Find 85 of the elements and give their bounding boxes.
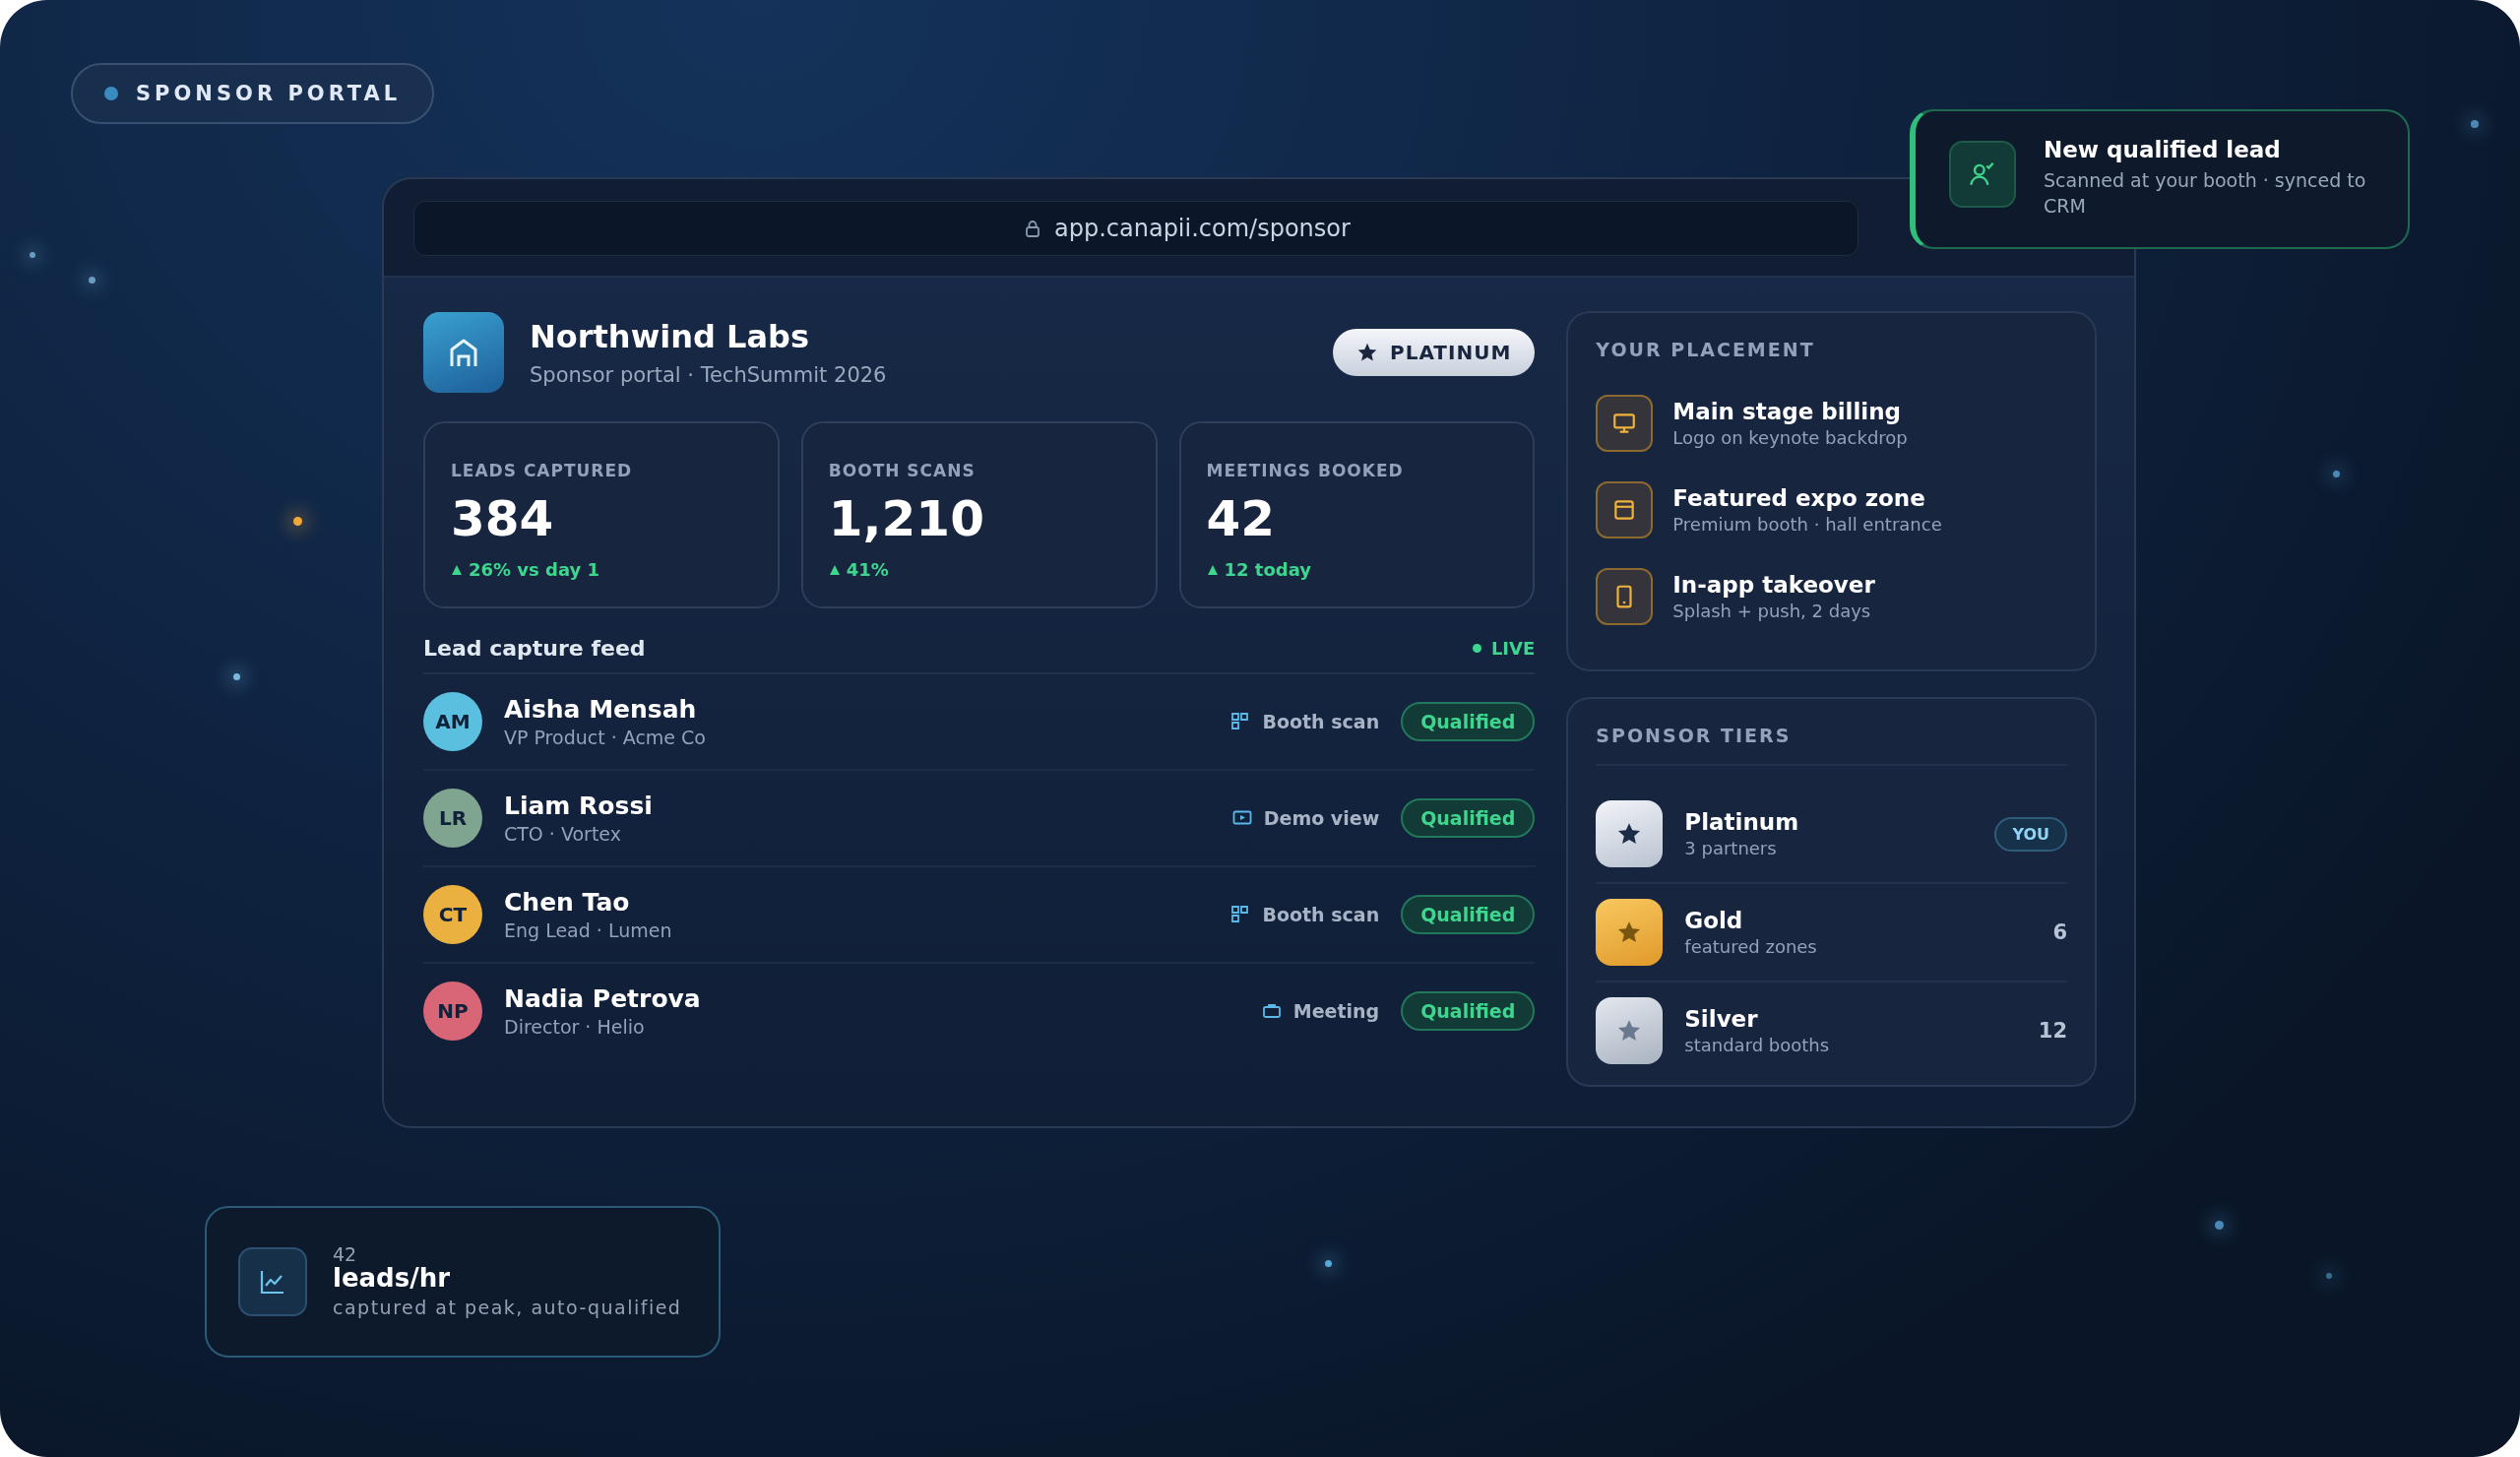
glow-dot	[233, 673, 240, 680]
glow-dot	[2333, 471, 2340, 477]
live-dot-icon	[1472, 644, 1481, 653]
lead-source: Demo view	[1263, 807, 1380, 829]
placement-detail: Splash + push, 2 days	[1672, 601, 1872, 621]
glow-dot	[1325, 1260, 1332, 1267]
lead-row[interactable]: AM Aisha Mensah VP Product · Acme Co Booth scan Qualified	[423, 674, 1536, 771]
star-icon	[1616, 919, 1643, 945]
lead-source: Meeting	[1292, 1000, 1380, 1022]
tier-label: PLATINUM	[1390, 341, 1512, 364]
lead-row[interactable]: NP Nadia Petrova Director · Helio Meeting Qualified	[423, 964, 1536, 1058]
address-bar[interactable]: app.canapii.com/sponsor	[413, 201, 1858, 256]
tier-name: Gold	[1684, 908, 1744, 933]
card-title: YOUR PLACEMENT	[1596, 339, 1816, 360]
feed-title: Lead capture feed	[423, 636, 646, 661]
rate-value: 42	[333, 1245, 358, 1265]
rate-caption: captured at peak, auto-qualified	[333, 1296, 682, 1318]
tier-detail: featured zones	[1684, 936, 1818, 957]
avatar: AM	[423, 692, 482, 751]
lead-role: Director · Helio	[504, 1016, 646, 1038]
lead-role: CTO · Vortex	[504, 823, 622, 845]
lead-role: Eng Lead · Lumen	[504, 919, 673, 941]
up-triangle-icon	[1206, 563, 1219, 576]
status-tag: Qualified	[1401, 895, 1536, 934]
glow-dot	[30, 252, 35, 258]
placement-title: In-app takeover	[1672, 572, 1875, 598]
up-triangle-icon	[828, 563, 841, 576]
stat-delta: 26% vs day 1	[469, 559, 600, 580]
tier-name: Platinum	[1684, 809, 1800, 835]
up-triangle-icon	[451, 563, 463, 576]
status-tag: Qualified	[1401, 991, 1536, 1031]
lead-row[interactable]: LR Liam Rossi CTO · Vortex Demo view Qualified	[423, 771, 1536, 867]
lead-source: Booth scan	[1262, 711, 1380, 732]
grid-icon	[1230, 712, 1251, 731]
placement-detail: Premium booth · hall entrance	[1672, 514, 1942, 535]
glow-dot	[89, 277, 95, 284]
stat-delta: 12 today	[1224, 559, 1312, 580]
tier-detail: 3 partners	[1684, 838, 1778, 858]
placement-title: Main stage billing	[1672, 399, 1903, 424]
glow-dot	[2471, 120, 2479, 128]
glow-dot	[2326, 1273, 2332, 1279]
current-tier-tag: YOU	[1994, 816, 2067, 852]
live-label: LIVE	[1490, 638, 1536, 659]
grid-icon	[1230, 905, 1251, 924]
lock-icon	[1025, 220, 1040, 237]
lead-name: Chen Tao	[504, 888, 631, 917]
stat-delta: 41%	[846, 559, 889, 580]
lead-role: VP Product · Acme Co	[504, 727, 707, 748]
status-tag: Qualified	[1401, 798, 1536, 838]
stat-value: 42	[1206, 490, 1277, 547]
monitor-icon	[1611, 411, 1638, 436]
avatar: NP	[423, 982, 482, 1041]
tier-count: 6	[2052, 920, 2067, 944]
notification-title: New qualified lead	[2044, 137, 2282, 162]
rate-unit: leads/hr	[333, 1264, 451, 1293]
stat-value: 1,210	[828, 490, 985, 547]
briefcase-icon	[1261, 1001, 1282, 1021]
lead-row[interactable]: CT Chen Tao Eng Lead · Lumen Booth scan Qualified	[423, 867, 1536, 964]
tier-name: Silver	[1684, 1006, 1759, 1032]
card-title: SPONSOR TIERS	[1596, 725, 2067, 766]
star-icon	[1616, 1018, 1643, 1044]
placement-detail: Logo on keynote backdrop	[1672, 427, 1908, 448]
status-tag: Qualified	[1401, 702, 1536, 741]
placement-title: Featured expo zone	[1672, 485, 1926, 511]
status-dot-icon	[104, 87, 118, 100]
stat-label: BOOTH SCANS	[828, 461, 976, 480]
portal-label: SPONSOR PORTAL	[136, 82, 402, 105]
tier-count: 12	[2038, 1019, 2067, 1043]
lead-name: Nadia Petrova	[504, 984, 702, 1013]
company-subtitle: Sponsor portal · TechSummit 2026	[530, 363, 888, 387]
star-icon	[1356, 342, 1378, 363]
stat-value: 384	[451, 490, 555, 547]
star-icon	[1616, 821, 1643, 847]
stat-label: MEETINGS BOOKED	[1206, 461, 1405, 480]
lead-name: Liam Rossi	[504, 792, 654, 820]
lead-name: Aisha Mensah	[504, 695, 698, 724]
tier-detail: standard booths	[1684, 1035, 1831, 1055]
stat-label: LEADS CAPTURED	[451, 461, 634, 480]
avatar: CT	[423, 885, 482, 944]
lead-source: Booth scan	[1262, 904, 1380, 925]
notification-message: Scanned at your booth · synced to CRM	[2044, 168, 2367, 219]
avatar: LR	[423, 789, 482, 848]
glow-dot	[293, 517, 302, 526]
company-name: Northwind Labs	[530, 318, 810, 355]
glow-dot	[2215, 1221, 2224, 1230]
